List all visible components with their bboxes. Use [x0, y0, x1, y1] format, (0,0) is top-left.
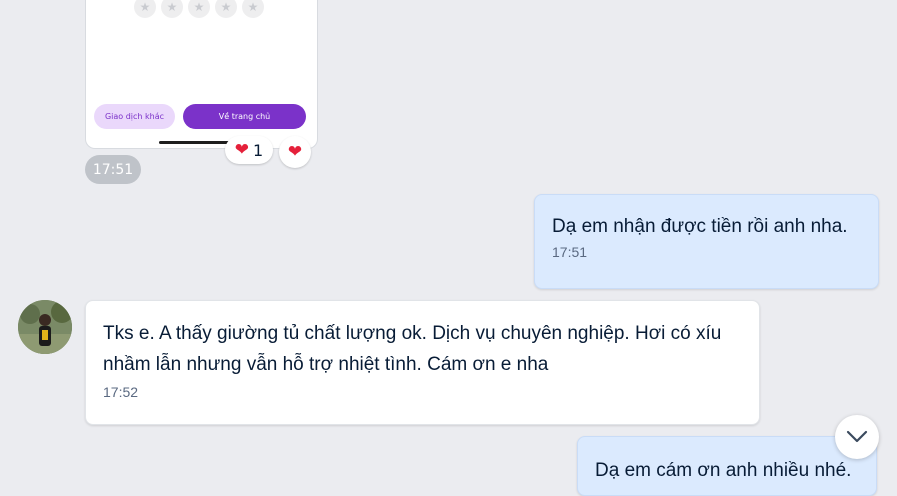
message-bubble-sent[interactable]: Dạ em nhận được tiền rồi anh nha. 17:51	[534, 194, 879, 289]
chevron-down-icon	[846, 430, 868, 443]
react-button[interactable]: ❤	[279, 136, 311, 168]
avatar[interactable]	[18, 300, 72, 354]
heart-icon: ❤	[234, 139, 250, 160]
star-icon: ★	[215, 0, 237, 18]
avatar-image	[18, 300, 72, 354]
message-bubble-sent[interactable]: Dạ em cám ơn anh nhiều nhé.	[577, 436, 877, 496]
heart-icon: ❤	[287, 141, 303, 162]
star-icon: ★	[161, 0, 183, 18]
star-icon: ★	[242, 0, 264, 18]
message-text: Tks e. A thấy giường tủ chất lượng ok. D…	[103, 323, 722, 375]
star-icon: ★	[188, 0, 210, 18]
message-text: Dạ em nhận được tiền rồi anh nha.	[552, 216, 848, 237]
home-indicator	[159, 141, 232, 144]
message-time: 17:51	[552, 244, 588, 260]
other-transaction-button: Giao dịch khác	[94, 104, 175, 129]
message-text: Dạ em cám ơn anh nhiều nhé.	[595, 460, 852, 481]
message-bubble-received[interactable]: Tks e. A thấy giường tủ chất lượng ok. D…	[85, 300, 760, 425]
reaction-summary[interactable]: ❤ 1	[225, 136, 273, 164]
rating-stars: ★ ★ ★ ★ ★	[134, 0, 264, 18]
home-button: Về trang chủ	[183, 104, 306, 129]
reaction-count: 1	[253, 140, 264, 160]
message-time: 17:52	[103, 384, 139, 400]
scroll-to-bottom-button[interactable]	[835, 415, 879, 459]
star-icon: ★	[134, 0, 156, 18]
message-time: 17:51	[85, 155, 141, 184]
